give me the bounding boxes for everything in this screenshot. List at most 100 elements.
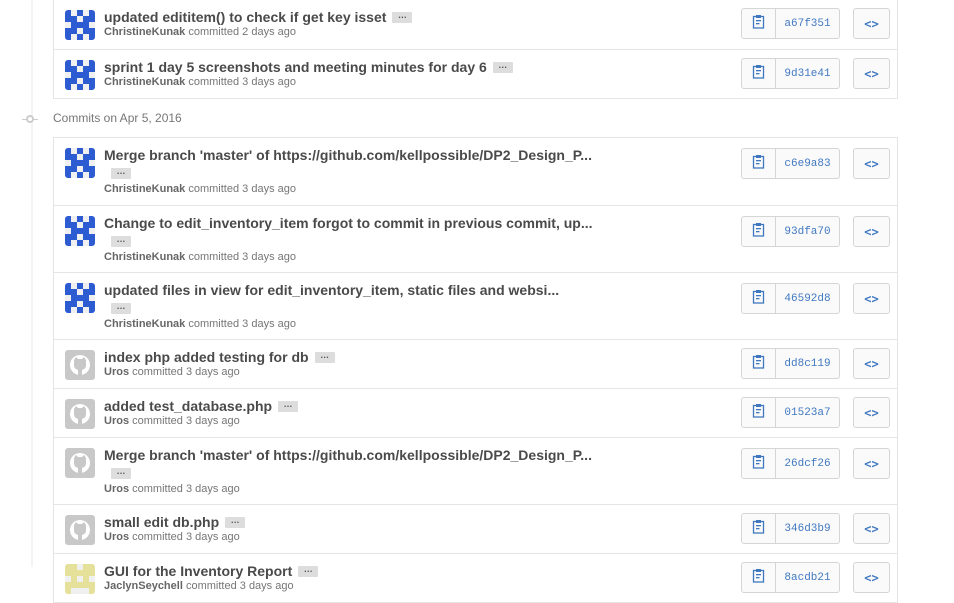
avatar[interactable] xyxy=(65,60,95,90)
avatar[interactable] xyxy=(65,564,95,594)
commit-row: updated files in view for edit_inventory… xyxy=(54,272,897,339)
commit-message[interactable]: Merge branch 'master' of https://github.… xyxy=(104,447,592,463)
commit-action: committed xyxy=(132,483,183,495)
code-icon: <> xyxy=(864,356,879,371)
expand-ellipsis-button[interactable]: … xyxy=(111,167,131,179)
commit-author[interactable]: ChristineKunak xyxy=(104,183,185,195)
sha-button-group: 01523a7 xyxy=(741,397,840,428)
avatar[interactable] xyxy=(65,148,95,178)
commit-time: 3 days ago xyxy=(185,366,240,378)
commit-message[interactable]: GUI for the Inventory Report xyxy=(104,563,292,579)
commit-row: Merge branch 'master' of https://github.… xyxy=(54,138,897,205)
copy-sha-button[interactable] xyxy=(742,398,776,427)
commit-message[interactable]: updated files in view for edit_inventory… xyxy=(104,282,559,298)
clipboard-icon xyxy=(752,14,765,34)
commit-message[interactable]: Merge branch 'master' of https://github.… xyxy=(104,147,592,163)
commit-author[interactable]: ChristineKunak xyxy=(104,26,185,38)
commit-author[interactable]: Uros xyxy=(104,366,129,378)
commit-message[interactable]: updated edititem() to check if get key i… xyxy=(104,9,386,25)
code-icon: <> xyxy=(864,456,879,471)
commit-message[interactable]: Change to edit_inventory_item forgot to … xyxy=(104,215,593,231)
clipboard-icon xyxy=(752,519,765,539)
copy-sha-button[interactable] xyxy=(742,449,776,478)
commit-message[interactable]: small edit db.php xyxy=(104,514,219,530)
clipboard-icon xyxy=(752,222,765,242)
code-icon: <> xyxy=(864,66,879,81)
commit-sha-link[interactable]: 8acdb21 xyxy=(776,563,839,592)
copy-sha-button[interactable] xyxy=(742,349,776,378)
commit-author[interactable]: Uros xyxy=(104,531,129,543)
copy-sha-button[interactable] xyxy=(742,9,776,38)
browse-code-button[interactable]: <> xyxy=(853,216,890,247)
commit-sha-link[interactable]: 93dfa70 xyxy=(776,217,839,246)
clipboard-icon xyxy=(752,289,765,309)
timeline-line xyxy=(31,0,33,567)
code-icon: <> xyxy=(864,16,879,31)
expand-ellipsis-button[interactable]: … xyxy=(111,235,131,247)
commit-time: 3 days ago xyxy=(185,531,240,543)
browse-code-button[interactable]: <> xyxy=(853,148,890,179)
browse-code-button[interactable]: <> xyxy=(853,513,890,544)
avatar[interactable] xyxy=(65,399,95,429)
commit-group-title: Commits on Apr 5, 2016 xyxy=(53,111,182,125)
commit-sha-link[interactable]: 346d3b9 xyxy=(776,514,839,543)
commit-sha-link[interactable]: c6e9a83 xyxy=(776,149,839,178)
browse-code-button[interactable]: <> xyxy=(853,448,890,479)
copy-sha-button[interactable] xyxy=(742,217,776,246)
expand-ellipsis-button[interactable]: … xyxy=(298,564,319,577)
commit-author[interactable]: JaclynSeychell xyxy=(104,580,183,592)
commit-message[interactable]: index php added testing for db xyxy=(104,349,309,365)
code-icon: <> xyxy=(864,405,879,420)
avatar[interactable] xyxy=(65,350,95,380)
copy-sha-button[interactable] xyxy=(742,514,776,543)
expand-ellipsis-button[interactable]: … xyxy=(314,350,335,363)
commit-row: small edit db.php … Uros committed 3 days… xyxy=(54,504,897,553)
browse-code-button[interactable]: <> xyxy=(853,8,890,39)
commit-sha-link[interactable]: 26dcf26 xyxy=(776,449,839,478)
expand-ellipsis-button[interactable]: … xyxy=(111,467,131,479)
avatar[interactable] xyxy=(65,515,95,545)
copy-sha-button[interactable] xyxy=(742,59,776,88)
commit-time: 3 days ago xyxy=(242,251,296,263)
avatar[interactable] xyxy=(65,448,95,478)
copy-sha-button[interactable] xyxy=(742,149,776,178)
clipboard-icon xyxy=(752,454,765,474)
expand-ellipsis-button[interactable]: … xyxy=(111,302,131,314)
copy-sha-button[interactable] xyxy=(742,563,776,592)
commit-time: 3 days ago xyxy=(239,580,294,592)
commit-author[interactable]: ChristineKunak xyxy=(104,318,185,330)
clipboard-icon xyxy=(752,354,765,374)
commit-time: 3 days ago xyxy=(185,415,240,427)
expand-ellipsis-button[interactable]: … xyxy=(225,515,246,528)
commit-sha-link[interactable]: a67f351 xyxy=(776,9,839,38)
commit-sha-link[interactable]: 01523a7 xyxy=(776,398,839,427)
commit-message[interactable]: added test_database.php xyxy=(104,398,272,414)
browse-code-button[interactable]: <> xyxy=(853,348,890,379)
commit-author[interactable]: Uros xyxy=(104,483,129,495)
browse-code-button[interactable]: <> xyxy=(853,58,890,89)
avatar[interactable] xyxy=(65,283,95,313)
commit-sha-link[interactable]: 9d31e41 xyxy=(776,59,839,88)
sha-button-group: 93dfa70 xyxy=(741,216,840,247)
commit-author[interactable]: ChristineKunak xyxy=(104,251,185,263)
avatar[interactable] xyxy=(65,10,95,40)
expand-ellipsis-button[interactable]: … xyxy=(392,10,413,23)
clipboard-icon xyxy=(752,154,765,174)
code-icon: <> xyxy=(864,224,879,239)
browse-code-button[interactable]: <> xyxy=(853,283,890,314)
commit-time: 3 days ago xyxy=(242,318,296,330)
expand-ellipsis-button[interactable]: … xyxy=(278,399,299,412)
commit-list-apr5: Merge branch 'master' of https://github.… xyxy=(53,137,898,603)
commit-sha-link[interactable]: dd8c119 xyxy=(776,349,839,378)
commit-message[interactable]: sprint 1 day 5 screenshots and meeting m… xyxy=(104,59,487,75)
copy-sha-button[interactable] xyxy=(742,284,776,313)
commit-action: committed xyxy=(132,366,183,378)
browse-code-button[interactable]: <> xyxy=(853,397,890,428)
expand-ellipsis-button[interactable]: … xyxy=(492,60,513,73)
code-icon: <> xyxy=(864,156,879,171)
commit-author[interactable]: Uros xyxy=(104,415,129,427)
commit-sha-link[interactable]: 46592d8 xyxy=(776,284,839,313)
avatar[interactable] xyxy=(65,216,95,246)
commit-author[interactable]: ChristineKunak xyxy=(104,76,185,88)
commit-row: updated edititem() to check if get key i… xyxy=(54,0,897,49)
